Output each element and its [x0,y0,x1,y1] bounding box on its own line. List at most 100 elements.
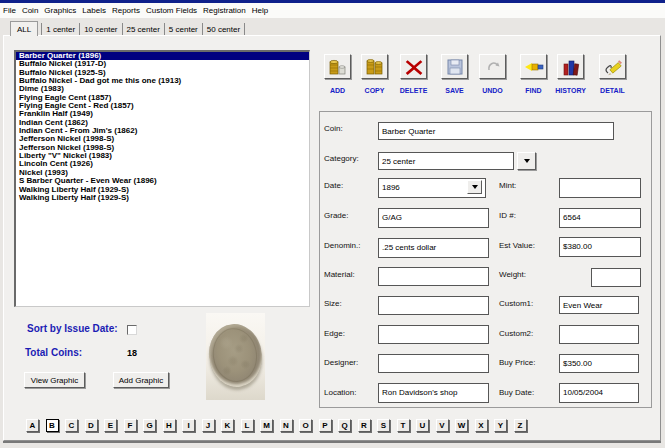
letter-button[interactable]: V [436,419,449,432]
add-button[interactable] [324,54,351,79]
save-button[interactable] [441,54,468,79]
letter-button[interactable]: O [299,419,312,432]
letter-button[interactable]: X [475,419,488,432]
find-button[interactable] [520,54,547,79]
copy-button[interactable] [361,54,388,79]
history-button[interactable] [557,54,584,79]
size-field[interactable] [378,296,489,315]
letter-button[interactable]: Y [494,419,507,432]
mint-field[interactable] [559,178,641,198]
undo-button[interactable] [479,54,506,79]
delete-button[interactable] [400,54,427,79]
custom1-field[interactable]: Even Wear [559,296,639,314]
letter-button[interactable]: D [85,419,98,432]
copy-coins-icon [364,57,386,77]
letter-button[interactable]: J [202,419,215,432]
coin-image [206,321,265,391]
letter-button[interactable]: T [397,419,410,432]
buy-price-field-label: Buy Price: [499,358,535,367]
detail-pencil-icon [602,57,624,77]
edge-field[interactable] [378,325,489,344]
delete-x-icon [403,57,425,77]
denomination-field-label: Denomin.: [324,241,360,250]
history-books-icon [560,57,582,77]
coin-field[interactable]: Barber Quarter [378,122,614,140]
letter-button[interactable]: K [221,419,234,432]
id-field[interactable]: 6564 [559,208,641,228]
denomination-field[interactable]: .25 cents dollar [378,238,489,258]
menu-item[interactable]: Graphics [41,6,79,15]
buy-date-field[interactable]: 10/05/2004 [559,383,639,403]
menu-item[interactable]: Help [249,6,271,15]
letter-button[interactable]: W [455,419,468,432]
add-graphic-button[interactable]: Add Graphic [113,372,169,388]
date-dropdown-button[interactable] [467,180,482,194]
buy-price-field[interactable]: $350.00 [559,354,639,373]
menu-item[interactable]: Custom Fields [143,6,200,15]
letter-button[interactable]: I [182,419,195,432]
letter-button[interactable]: B [46,419,59,432]
tab-page: Barber Quarter (1896)Buffalo Nickel (191… [3,35,661,441]
letter-button[interactable]: C [65,419,78,432]
menu-item[interactable]: Coin [19,6,41,15]
letter-button[interactable]: P [319,419,332,432]
delete-button-label: DELETE [390,87,437,94]
alphabet-bar: ABCDEFGHIJKLMNOPQRSTUVWXYZ [26,419,527,432]
weight-field[interactable] [591,268,641,287]
letter-button[interactable]: A [26,419,39,432]
coin-rim [209,325,260,385]
custom2-field-label: Custom2: [499,329,533,338]
buy-date-field-label: Buy Date: [499,388,534,397]
id-field-label: ID #: [499,211,516,220]
material-field[interactable] [378,267,489,286]
category-dropdown-button[interactable] [517,152,536,170]
coin-list-item[interactable]: Walking Liberty Half (1929-S) [16,194,309,202]
add-coins-icon [327,57,349,77]
grade-field[interactable]: G/AG [378,208,489,228]
total-coins-label: Total Coins: [25,347,82,358]
letter-button[interactable]: Z [514,419,527,432]
letter-button[interactable]: G [143,419,156,432]
letter-button[interactable]: H [163,419,176,432]
category-field-label: Category: [324,154,359,163]
letter-button[interactable]: N [280,419,293,432]
letter-button[interactable]: R [358,419,371,432]
detail-button-label: DETAIL [589,87,636,94]
letter-button[interactable]: L [241,419,254,432]
sort-by-issue-date-label: Sort by Issue Date: [27,323,118,334]
menu-item[interactable]: Labels [79,6,109,15]
save-floppy-icon [444,57,466,77]
letter-button[interactable]: U [416,419,429,432]
coin-list[interactable]: Barber Quarter (1896)Buffalo Nickel (191… [14,50,310,307]
chevron-down-icon [524,159,530,163]
find-flashlight-icon [523,57,545,77]
coin-photo [206,313,265,400]
designer-field[interactable] [378,354,489,373]
menu-item[interactable]: Registration [200,6,249,15]
category-field[interactable]: 25 center [378,152,514,170]
letter-button[interactable]: E [104,419,117,432]
total-coins-value: 18 [127,348,137,358]
grade-field-label: Grade: [324,211,348,220]
letter-button[interactable]: Q [338,419,351,432]
menu-item[interactable]: File [0,6,19,15]
detail-button[interactable] [599,54,626,79]
custom2-field[interactable] [559,325,639,344]
size-field-label: Size: [324,299,342,308]
view-graphic-button[interactable]: View Graphic [24,372,85,388]
est-value-field-label: Est Value: [499,241,535,250]
mint-field-label: Mint: [499,181,516,190]
menu-item[interactable]: Reports [109,6,143,15]
edge-field-label: Edge: [324,329,345,338]
letter-button[interactable]: F [124,419,137,432]
location-field-label: Location: [324,388,356,397]
letter-button[interactable]: M [260,419,273,432]
sort-by-issue-date-checkbox[interactable] [127,325,137,335]
est-value-field[interactable]: $380.00 [559,237,641,257]
tab-strip: ALL1 center10 center25 center5 center50 … [10,20,245,36]
location-field[interactable]: Ron Davidson's shop [378,383,489,403]
history-button-label: HISTORY [547,87,594,94]
undo-arrow-icon [482,57,504,77]
tab[interactable]: ALL [10,21,38,36]
letter-button[interactable]: S [377,419,390,432]
